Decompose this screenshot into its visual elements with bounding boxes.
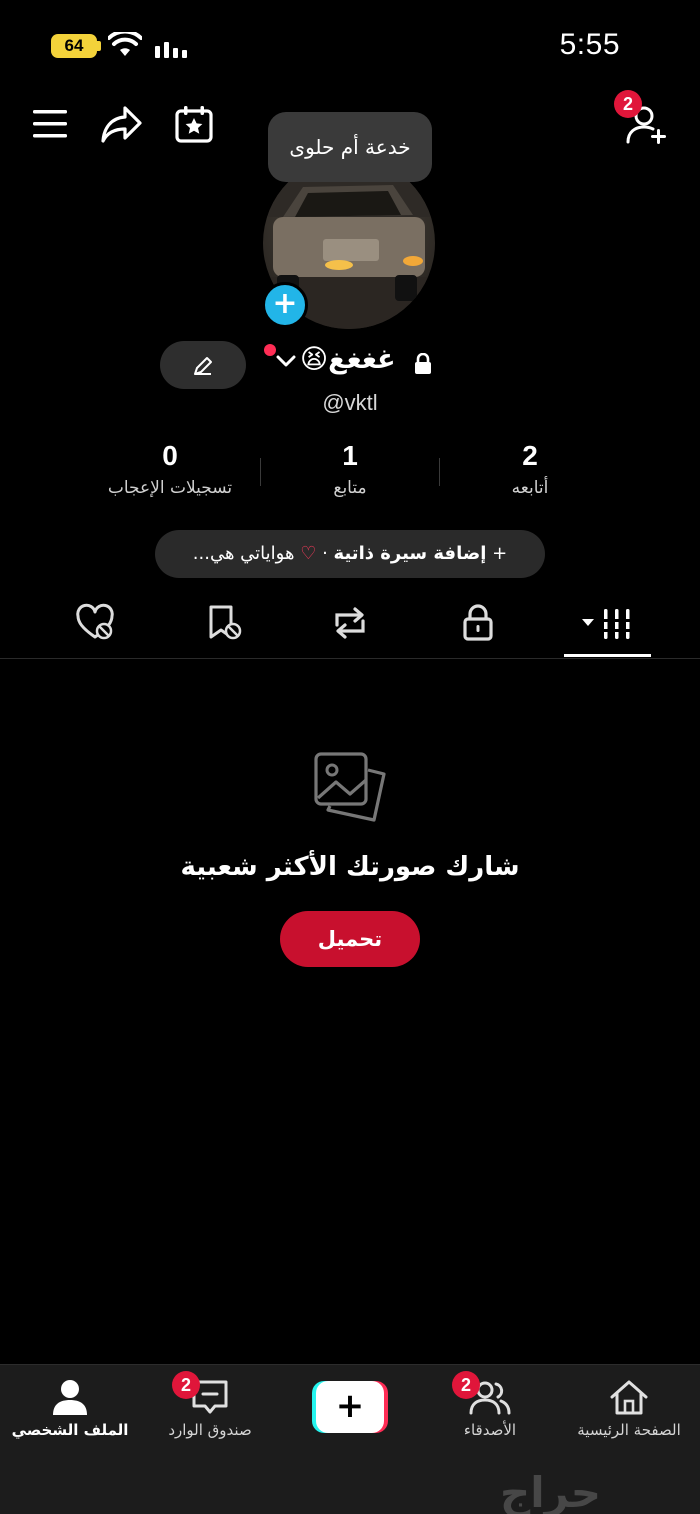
- plus-icon: +: [486, 543, 508, 564]
- tab-videos[interactable]: [575, 603, 641, 647]
- stat-likes[interactable]: 0 تسجيلات الإعجاب: [80, 440, 260, 498]
- heart-icon: ♡: [300, 543, 317, 564]
- upload-button[interactable]: تحميل: [280, 911, 420, 967]
- active-tab-indicator: [564, 654, 651, 657]
- menu-icon[interactable]: [32, 108, 68, 140]
- profile-icon: [53, 1380, 87, 1415]
- tab-favorites[interactable]: [199, 603, 249, 647]
- tab-private[interactable]: [453, 603, 503, 647]
- lock-icon: [463, 604, 493, 641]
- heart-hidden-icon: [76, 603, 114, 640]
- battery-indicator: 64: [51, 34, 97, 58]
- nav-inbox[interactable]: صندوق الوارد 2: [140, 1371, 280, 1439]
- photo-stack-icon: [314, 752, 386, 822]
- home-icon: [610, 1380, 648, 1415]
- profile-handle: @vktl: [322, 390, 378, 415]
- bio-separator: ·: [322, 543, 328, 564]
- content-tabs: [0, 595, 700, 659]
- add-bio-button[interactable]: + إضافة سيرة ذاتية · ♡ هواياتي هي...: [155, 530, 545, 578]
- clock: 5:55: [559, 28, 620, 61]
- tooltip-bubble: خدعة أم حلوى: [268, 112, 432, 182]
- grid-icon: [582, 609, 632, 639]
- nav-friends-label: الأصدقاء: [463, 1421, 517, 1439]
- bookmark-hidden-icon: [209, 605, 242, 640]
- friends-badge: 2: [452, 1371, 480, 1399]
- profile-name[interactable]: غغغغ😫: [300, 344, 396, 375]
- empty-state-title: شارك صورتك الأكثر شعبية: [180, 852, 520, 882]
- edit-profile-button[interactable]: [160, 341, 246, 389]
- watermark: حراج: [500, 1468, 602, 1514]
- nav-profile[interactable]: الملف الشخصي: [0, 1377, 140, 1439]
- chevron-down-icon[interactable]: [276, 354, 296, 368]
- following-label: أتابعه: [511, 478, 549, 498]
- nav-home[interactable]: الصفحة الرئيسية: [559, 1377, 699, 1439]
- calendar-star-icon[interactable]: [174, 104, 214, 144]
- repost-icon: [335, 607, 365, 639]
- add-story-button[interactable]: +: [262, 282, 308, 328]
- wifi-icon: [108, 32, 142, 56]
- likes-label: تسجيلات الإعجاب: [107, 478, 233, 498]
- tab-liked[interactable]: [70, 603, 120, 647]
- stat-followers[interactable]: 1 متابع: [260, 440, 440, 498]
- nav-friends[interactable]: الأصدقاء 2: [420, 1371, 560, 1439]
- nav-inbox-label: صندوق الوارد: [168, 1421, 252, 1439]
- create-button[interactable]: +: [312, 1381, 388, 1433]
- add-bio-label: إضافة سيرة ذاتية: [333, 543, 487, 564]
- inbox-badge: 2: [172, 1371, 200, 1399]
- followers-count: 1: [342, 440, 358, 471]
- notification-dot: [264, 344, 276, 356]
- create-plus-icon: +: [316, 1381, 384, 1433]
- share-icon[interactable]: [100, 104, 144, 144]
- stat-following[interactable]: 2 أتابعه: [440, 440, 620, 498]
- stat-divider: [260, 458, 261, 486]
- signal-icon: [155, 42, 187, 58]
- status-bar: 64 5:55: [0, 0, 700, 90]
- following-count: 2: [522, 440, 538, 471]
- nav-profile-label: الملف الشخصي: [11, 1421, 129, 1439]
- add-friend-button[interactable]: 2: [614, 90, 674, 150]
- battery-tip: [97, 41, 101, 51]
- nav-home-label: الصفحة الرئيسية: [577, 1421, 681, 1439]
- pencil-icon: [194, 357, 212, 375]
- hobbies-text: هواياتي هي...: [192, 543, 295, 564]
- friend-requests-badge: 2: [614, 90, 642, 118]
- tab-reposts[interactable]: [325, 603, 375, 647]
- followers-label: متابع: [333, 478, 367, 498]
- likes-count: 0: [162, 440, 178, 471]
- lock-icon: [415, 353, 431, 374]
